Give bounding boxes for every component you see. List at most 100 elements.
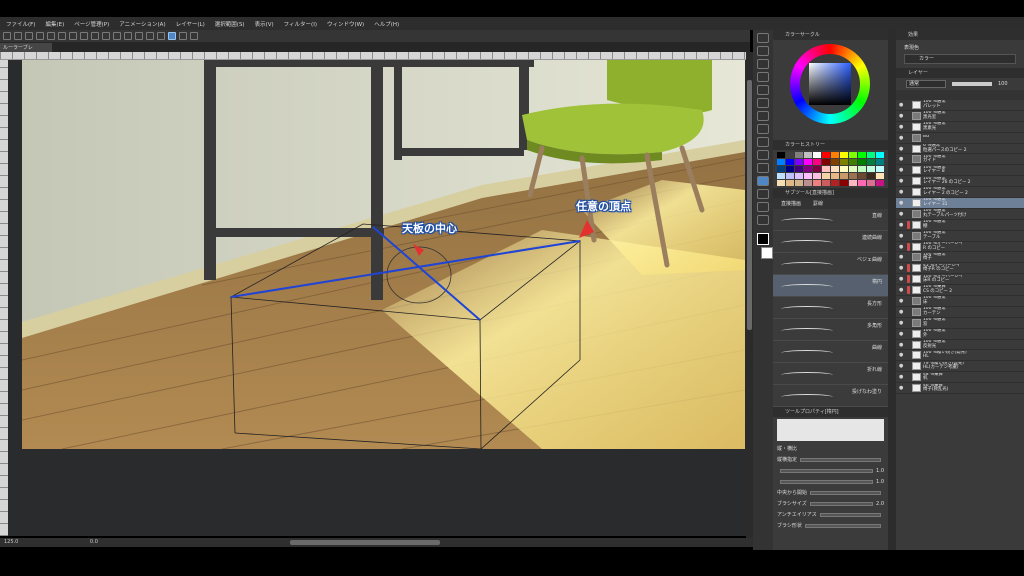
- swatch[interactable]: [804, 166, 812, 172]
- swatch[interactable]: [786, 159, 794, 165]
- visibility-eye-icon[interactable]: ●: [899, 298, 905, 304]
- swatch[interactable]: [822, 180, 830, 186]
- layer-row[interactable]: ● 100 %通常 反射光: [896, 340, 1024, 351]
- swatch[interactable]: [786, 166, 794, 172]
- text-tool-icon[interactable]: [757, 189, 769, 199]
- pen-tool-icon[interactable]: [757, 98, 769, 108]
- tool-property-row[interactable]: 縦横指定: [773, 454, 888, 465]
- visibility-eye-icon[interactable]: ●: [899, 244, 905, 250]
- swatch[interactable]: [876, 166, 884, 172]
- layer-row[interactable]: ● 100 %通常 パレット: [896, 100, 1024, 111]
- menu-item-0[interactable]: ファイル(F): [6, 20, 35, 28]
- rotation-value[interactable]: 0.0: [90, 539, 98, 545]
- swatch[interactable]: [786, 180, 794, 186]
- visibility-eye-icon[interactable]: ●: [899, 211, 905, 217]
- color-wheel-header[interactable]: カラーサークル: [773, 30, 888, 40]
- fill-icon[interactable]: [69, 32, 77, 40]
- property-slider[interactable]: [819, 512, 881, 517]
- eyedropper-tool-icon[interactable]: [757, 85, 769, 95]
- swatch[interactable]: [813, 180, 821, 186]
- layer-row[interactable]: ● 100 %通常窓: [896, 318, 1024, 329]
- layer-row[interactable]: ● 79 %覆い焼き(発光) HL(カーテン考慮): [896, 361, 1024, 373]
- swatch[interactable]: [822, 166, 830, 172]
- subtool-item[interactable]: 投げなわ塗り: [773, 385, 888, 407]
- visibility-eye-icon[interactable]: ●: [899, 233, 905, 239]
- swatch[interactable]: [804, 152, 812, 158]
- visibility-eye-icon[interactable]: ●: [899, 363, 905, 369]
- property-slider[interactable]: [804, 523, 881, 528]
- undo-icon[interactable]: [36, 32, 44, 40]
- visibility-eye-icon[interactable]: ●: [899, 287, 905, 293]
- visibility-eye-icon[interactable]: ●: [899, 276, 905, 282]
- swatch[interactable]: [813, 173, 821, 179]
- layer-row[interactable]: ● 100 %オーバーレイ 床R のコピー: [896, 274, 1024, 286]
- subtool-group-ruled[interactable]: 罫線: [813, 200, 823, 207]
- swatch[interactable]: [813, 159, 821, 165]
- layer-row[interactable]: ● 100 %通常 黒光室: [896, 111, 1024, 122]
- visibility-eye-icon[interactable]: ●: [899, 265, 905, 271]
- swatch[interactable]: [840, 166, 848, 172]
- swatch[interactable]: [858, 166, 866, 172]
- visibility-eye-icon[interactable]: ●: [899, 352, 905, 358]
- sub-color-swatch[interactable]: [761, 247, 773, 259]
- swatch[interactable]: [876, 173, 884, 179]
- snap-grid-icon[interactable]: [179, 32, 187, 40]
- move-tool-icon[interactable]: [757, 46, 769, 56]
- swatch[interactable]: [831, 173, 839, 179]
- property-slider[interactable]: [800, 457, 881, 462]
- layer-row[interactable]: ● 100 %通常外: [896, 329, 1024, 340]
- subtool-item[interactable]: 長方形: [773, 297, 888, 319]
- swatch[interactable]: [867, 173, 875, 179]
- selection-tool-icon[interactable]: [757, 72, 769, 82]
- tool-property-row[interactable]: アンチエイリアス: [773, 509, 888, 520]
- layer-row[interactable]: ● 100 %通常 テーブル: [896, 231, 1024, 242]
- color-history-header[interactable]: カラーヒストリー: [773, 140, 888, 150]
- tool-property-header[interactable]: ツールプロパティ[楕円]: [773, 407, 888, 417]
- swatch[interactable]: [786, 173, 794, 179]
- layer-row[interactable]: ● 48 %乗算机: [896, 372, 1024, 384]
- swatch[interactable]: [822, 173, 830, 179]
- menu-item-7[interactable]: フィルター(I): [284, 20, 317, 28]
- visibility-eye-icon[interactable]: ●: [899, 385, 905, 391]
- layer-row[interactable]: ● 100 %通常 レイヤー 8: [896, 165, 1024, 177]
- blend-mode-select[interactable]: 通常: [906, 80, 946, 88]
- subtool-item[interactable]: 多角形: [773, 319, 888, 341]
- menu-item-9[interactable]: ヘルプ(H): [374, 20, 399, 28]
- menu-item-4[interactable]: レイヤー(L): [176, 20, 205, 28]
- new-file-icon[interactable]: [3, 32, 11, 40]
- property-slider[interactable]: [780, 479, 874, 484]
- layer-row[interactable]: ● 100 %通常 レイヤー 31: [896, 198, 1024, 209]
- opacity-value[interactable]: 100: [998, 81, 1008, 87]
- swatch[interactable]: [831, 159, 839, 165]
- swatch[interactable]: [804, 180, 812, 186]
- invert-selection-icon[interactable]: [113, 32, 121, 40]
- visibility-eye-icon[interactable]: ●: [899, 135, 905, 141]
- vertical-scroll-thumb[interactable]: [747, 80, 752, 330]
- layer-row[interactable]: ● 100 %覆い焼き(発光) HL: [896, 350, 1024, 362]
- subtool-item[interactable]: 連続曲線: [773, 231, 888, 253]
- layer-row[interactable]: ● 45 %オーバーレイ 椅子R のコピー: [896, 263, 1024, 275]
- swatch[interactable]: [840, 152, 848, 158]
- property-slider[interactable]: [809, 501, 874, 506]
- subtool-item[interactable]: 曲線: [773, 341, 888, 363]
- pencil-tool-icon[interactable]: [757, 111, 769, 121]
- layer-row[interactable]: ● 46 %乗算 椅子(救乱光): [896, 383, 1024, 395]
- swatch[interactable]: [867, 166, 875, 172]
- correction-tool-icon[interactable]: [757, 215, 769, 225]
- subtool-item[interactable]: 直線: [773, 209, 888, 231]
- swatch[interactable]: [786, 152, 794, 158]
- swatch[interactable]: [849, 180, 857, 186]
- open-file-icon[interactable]: [14, 32, 22, 40]
- swatch[interactable]: [795, 166, 803, 172]
- subtool-item[interactable]: ベジェ曲線: [773, 253, 888, 275]
- swatch[interactable]: [777, 159, 785, 165]
- layer-row[interactable]: ● 100 %通常 丸テーブルパーツ付け: [896, 209, 1024, 220]
- panel-divider[interactable]: [888, 30, 896, 550]
- tool-property-row[interactable]: ブラシ形状: [773, 520, 888, 531]
- property-value[interactable]: 1.0: [876, 468, 884, 474]
- swatch[interactable]: [876, 159, 884, 165]
- swatch[interactable]: [858, 173, 866, 179]
- visibility-eye-icon[interactable]: ●: [899, 124, 905, 130]
- layer-row[interactable]: ● BG: [896, 133, 1024, 144]
- canvas-illustration[interactable]: [22, 60, 745, 449]
